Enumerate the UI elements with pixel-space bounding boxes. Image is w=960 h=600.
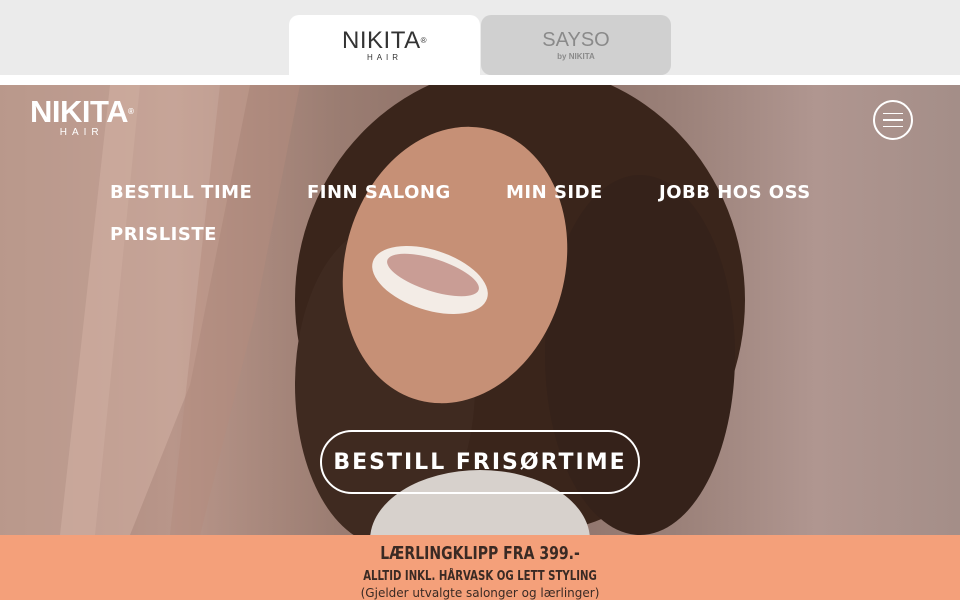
hamburger-icon[interactable] (873, 100, 913, 140)
tab-nikita-hair[interactable]: NIKITA® HAIR (289, 15, 480, 77)
brand-tab-strip: NIKITA® HAIR SAYSO by NIKITA (0, 0, 960, 85)
tab-sayso[interactable]: SAYSO by NIKITA (481, 15, 671, 75)
promo-banner[interactable]: LÆRLINGKLIPP FRA 399.- ALLTID INKL. HÅRV… (0, 535, 960, 600)
menu-line (883, 125, 903, 128)
menu-line (883, 119, 903, 121)
sayso-tab-logo-sub: by NIKITA (557, 52, 595, 61)
book-appointment-button[interactable]: BESTILL FRISØRTIME (320, 430, 640, 494)
nav-bestill-time[interactable]: BESTILL TIME (110, 182, 252, 203)
nikita-tab-logo: NIKITA® (342, 27, 427, 54)
sayso-tab-logo: SAYSO (542, 29, 610, 51)
nikita-tab-logo-sub: HAIR (366, 53, 403, 62)
hero-section: NIKITA® HAIR BESTILL TIME FINN SALONG MI… (0, 85, 960, 535)
promo-subline: ALLTID INKL. HÅRVASK OG LETT STYLING (363, 569, 597, 584)
tab-strip-baseline (0, 75, 960, 85)
nikita-hair-logo[interactable]: NIKITA® HAIR (30, 96, 134, 139)
promo-headline: LÆRLINGKLIPP FRA 399.- (380, 543, 580, 564)
nav-prisliste[interactable]: PRISLISTE (110, 224, 217, 245)
nav-min-side[interactable]: MIN SIDE (506, 182, 603, 203)
promo-note: (Gjelder utvalgte salonger og lærlinger) (360, 586, 600, 600)
nav-jobb-hos-oss[interactable]: JOBB HOS OSS (659, 182, 811, 203)
menu-line (883, 112, 903, 115)
nav-finn-salong[interactable]: FINN SALONG (307, 182, 451, 203)
